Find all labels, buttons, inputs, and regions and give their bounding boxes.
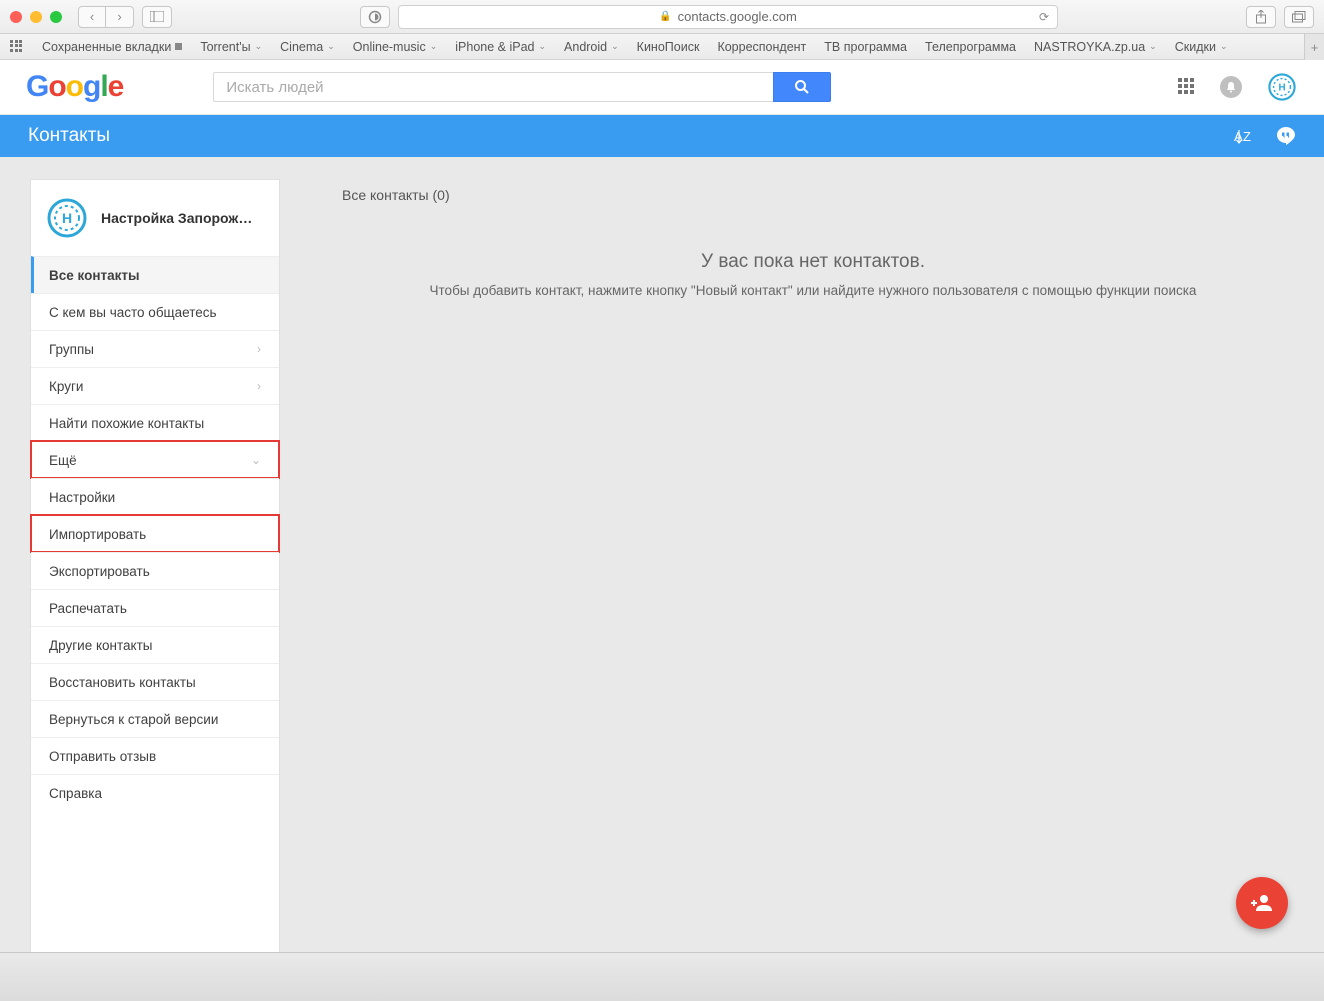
chevron-down-icon: ⌄: [1149, 41, 1157, 52]
main-content: Все контакты (0) У вас пока нет контакто…: [280, 179, 1324, 1001]
chevron-down-icon: ⌄: [251, 453, 261, 467]
lock-icon: 🔒: [659, 11, 671, 22]
chevron-right-icon: ›: [257, 379, 261, 393]
bookmark-korr[interactable]: Корреспондент: [717, 40, 806, 54]
profile-block[interactable]: H Настройка Запорож…: [31, 180, 279, 256]
empty-state-subtitle: Чтобы добавить контакт, нажмите кнопку "…: [342, 283, 1284, 298]
chevron-right-icon: ›: [257, 342, 261, 356]
notifications-icon[interactable]: [1220, 76, 1242, 98]
bookmark-tv2[interactable]: Телепрограмма: [925, 40, 1016, 54]
sidebar-item-settings[interactable]: Настройки: [31, 478, 279, 515]
sidebar-item-other-contacts[interactable]: Другие контакты: [31, 626, 279, 663]
address-bar[interactable]: 🔒 contacts.google.com ⟳: [398, 5, 1058, 29]
bookmark-kinopoisk[interactable]: КиноПоиск: [637, 40, 700, 54]
add-contact-fab[interactable]: [1236, 877, 1288, 929]
back-button[interactable]: ‹: [78, 6, 106, 28]
maximize-window[interactable]: [50, 11, 62, 23]
chevron-down-icon: ⌄: [1220, 41, 1228, 52]
browser-toolbar: ‹ › 🔒 contacts.google.com ⟳: [0, 0, 1324, 34]
sort-az-button[interactable]: AZ: [1232, 127, 1254, 145]
svg-text:H: H: [62, 210, 72, 226]
bookmark-torrents[interactable]: Torrent'ы ⌄: [200, 40, 262, 54]
close-window[interactable]: [10, 11, 22, 23]
chevron-down-icon: ⌄: [255, 41, 263, 52]
app-title: Контакты: [28, 125, 110, 147]
tabs-button[interactable]: [1284, 6, 1314, 28]
sidebar-item-old-version[interactable]: Вернуться к старой версии: [31, 700, 279, 737]
google-logo[interactable]: Google: [26, 70, 123, 104]
bookmark-skidki[interactable]: Скидки ⌄: [1175, 40, 1228, 54]
sidebar-item-feedback[interactable]: Отправить отзыв: [31, 737, 279, 774]
svg-text:H: H: [1278, 83, 1285, 94]
bookmark-music[interactable]: Online-music ⌄: [353, 40, 437, 54]
chevron-down-icon: ⌄: [430, 41, 438, 52]
bookmark-saved[interactable]: Сохраненные вкладки: [42, 40, 182, 54]
sidebar-toggle-button[interactable]: [142, 6, 172, 28]
profile-avatar-icon: H: [47, 198, 87, 238]
bookmark-tv1[interactable]: ТВ программа: [824, 40, 907, 54]
window-controls: [10, 11, 62, 23]
hangouts-button[interactable]: [1276, 126, 1296, 146]
sidebar-item-help[interactable]: Справка: [31, 774, 279, 811]
share-button[interactable]: [1246, 6, 1276, 28]
minimize-window[interactable]: [30, 11, 42, 23]
bookmark-nastroyka[interactable]: NASTROYKA.zp.ua ⌄: [1034, 40, 1157, 54]
empty-state-title: У вас пока нет контактов.: [342, 251, 1284, 273]
bookmark-cinema[interactable]: Cinema ⌄: [280, 40, 335, 54]
sidebar-item-import[interactable]: Импортировать: [31, 515, 279, 552]
sidebar-item-more[interactable]: Ещё⌄: [31, 441, 279, 478]
profile-name: Настройка Запорож…: [101, 210, 261, 226]
sidebar: H Настройка Запорож… Все контакты С кем …: [30, 179, 280, 1001]
add-person-icon: [1250, 891, 1274, 915]
apps-icon[interactable]: [10, 40, 24, 54]
new-tab-button[interactable]: +: [1304, 34, 1324, 60]
bookmark-iphone[interactable]: iPhone & iPad ⌄: [455, 40, 546, 54]
url-text: contacts.google.com: [678, 9, 797, 24]
sidebar-item-all-contacts[interactable]: Все контакты: [31, 256, 279, 293]
chevron-down-icon: ⌄: [538, 41, 546, 52]
reader-button[interactable]: [360, 6, 390, 28]
window-bottom-edge: [0, 952, 1324, 1001]
account-avatar[interactable]: H: [1266, 71, 1298, 103]
sidebar-item-export[interactable]: Экспортировать: [31, 552, 279, 589]
google-header: Google H: [0, 60, 1324, 115]
bookmark-android[interactable]: Android ⌄: [564, 40, 619, 54]
bookmarks-bar: Сохраненные вкладки Torrent'ы ⌄ Cinema ⌄…: [0, 34, 1324, 60]
google-apps-icon[interactable]: [1178, 78, 1196, 96]
reload-icon[interactable]: ⟳: [1039, 10, 1049, 24]
folder-icon: [175, 43, 182, 50]
svg-text:Z: Z: [1243, 129, 1251, 144]
sidebar-item-restore[interactable]: Восстановить контакты: [31, 663, 279, 700]
chevron-down-icon: ⌄: [611, 41, 619, 52]
search-icon: [794, 79, 810, 95]
sidebar-item-circles[interactable]: Круги›: [31, 367, 279, 404]
sidebar-item-groups[interactable]: Группы›: [31, 330, 279, 367]
app-bar: Контакты AZ: [0, 115, 1324, 157]
chevron-down-icon: ⌄: [327, 41, 335, 52]
sidebar-item-similar[interactable]: Найти похожие контакты: [31, 404, 279, 441]
search-input[interactable]: [213, 72, 773, 102]
sidebar-item-frequent[interactable]: С кем вы часто общаетесь: [31, 293, 279, 330]
contacts-count-heading: Все контакты (0): [342, 187, 1284, 203]
search-button[interactable]: [773, 72, 831, 102]
forward-button[interactable]: ›: [106, 6, 134, 28]
sidebar-item-print[interactable]: Распечатать: [31, 589, 279, 626]
